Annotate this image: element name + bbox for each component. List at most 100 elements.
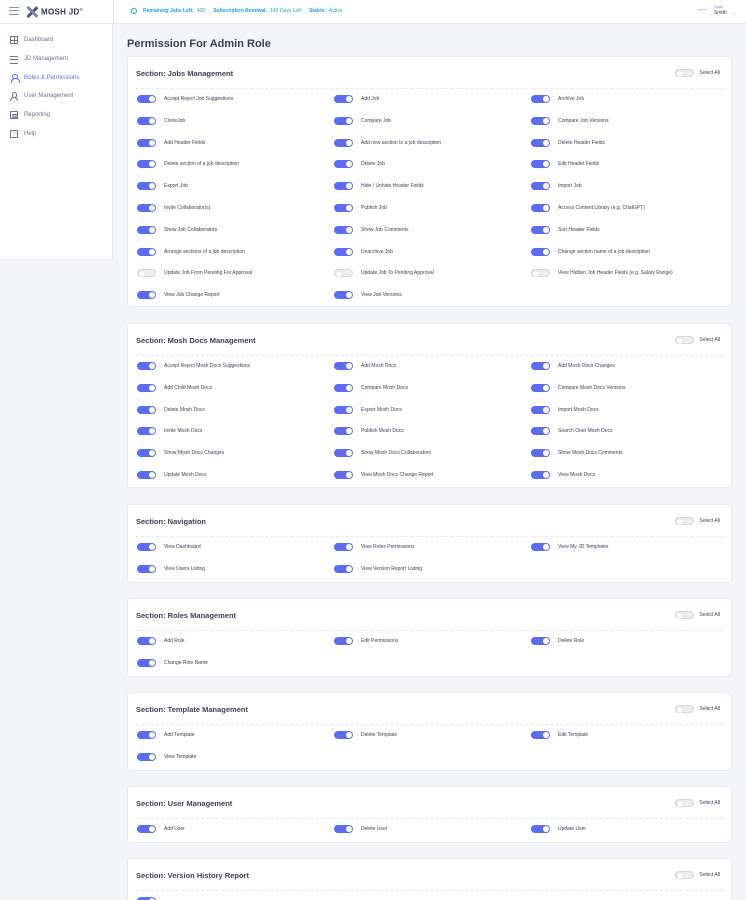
toggle-switch[interactable] bbox=[334, 543, 353, 551]
toggle-switch[interactable] bbox=[531, 269, 550, 278]
permission-item[interactable]: Change Role Name bbox=[137, 658, 208, 667]
permission-item[interactable]: Add Header Fields bbox=[137, 138, 205, 147]
toggle-switch[interactable] bbox=[531, 731, 550, 739]
chevron-down-icon[interactable]: ⌄ bbox=[733, 10, 736, 15]
sidebar-item-user-management[interactable]: User Management bbox=[0, 87, 112, 106]
toggle-switch[interactable] bbox=[334, 116, 353, 125]
permission-item[interactable]: Add Job bbox=[334, 95, 379, 103]
toggle-switch[interactable] bbox=[137, 405, 156, 414]
permission-item[interactable]: View Template bbox=[137, 752, 196, 761]
sidebar-item-roles-permissions[interactable]: Roles & Permissions bbox=[0, 68, 112, 87]
select-all-toggle[interactable]: Select All bbox=[675, 705, 720, 713]
toggle-switch[interactable] bbox=[137, 291, 156, 300]
toggle-switch[interactable] bbox=[137, 182, 156, 191]
toggle-switch[interactable] bbox=[334, 731, 353, 739]
toggle-switch[interactable] bbox=[137, 138, 156, 147]
select-all-toggle[interactable]: Select All bbox=[675, 871, 720, 879]
toggle-switch[interactable] bbox=[531, 543, 550, 551]
permission-item[interactable]: CloneJob bbox=[137, 116, 185, 125]
sidebar-item-help[interactable]: Help bbox=[0, 124, 112, 143]
select-all-toggle[interactable]: Select All bbox=[675, 336, 720, 344]
toggle-switch[interactable] bbox=[334, 138, 353, 147]
toggle-switch[interactable] bbox=[137, 269, 156, 278]
permission-item[interactable]: View Users Listing bbox=[137, 564, 205, 573]
toggle-switch[interactable] bbox=[137, 116, 156, 125]
toggle-switch[interactable] bbox=[531, 204, 550, 212]
toggle-switch[interactable] bbox=[531, 138, 550, 147]
sidebar-item-reporting[interactable]: Reporting bbox=[0, 106, 112, 125]
permission-item[interactable]: Export Mosh Docs bbox=[334, 405, 402, 414]
permission-item[interactable]: Invite Mosh Docs bbox=[137, 427, 202, 436]
permission-item[interactable]: Delete Job bbox=[334, 160, 385, 169]
permission-item[interactable]: Sort Header Fields bbox=[531, 225, 600, 234]
permission-item[interactable]: Publish Job bbox=[334, 204, 387, 212]
permission-item[interactable]: Show Job Collaborators bbox=[137, 225, 217, 234]
permission-item[interactable]: Add Mosh Docs Changes bbox=[531, 362, 615, 370]
permission-item[interactable]: View Hidden Job Header Fields (e.g. Sala… bbox=[531, 269, 673, 278]
permission-item[interactable]: Search Onet Mosh Docs bbox=[531, 427, 612, 436]
toggle-switch[interactable] bbox=[531, 247, 550, 256]
toggle-switch[interactable] bbox=[334, 225, 353, 234]
toggle-switch[interactable] bbox=[531, 825, 550, 833]
permission-item[interactable]: View Job Change Report bbox=[137, 291, 220, 300]
toggle-switch[interactable] bbox=[334, 825, 353, 833]
toggle-switch[interactable] bbox=[531, 362, 550, 370]
permission-item[interactable]: Delete Header Fields bbox=[531, 138, 605, 147]
permission-item[interactable]: Import Mosh Docs bbox=[531, 405, 599, 414]
permission-item[interactable]: Archive Job bbox=[531, 95, 584, 103]
permission-item[interactable]: Delete Mosh Docs bbox=[137, 405, 205, 414]
permission-item[interactable]: Import Job bbox=[531, 182, 582, 191]
permission-item[interactable]: Add new section to a job description bbox=[334, 138, 441, 147]
select-all-toggle[interactable]: Select All bbox=[675, 69, 720, 77]
toggle-switch[interactable] bbox=[675, 799, 695, 807]
logo[interactable]: MOSH JD® bbox=[26, 5, 83, 19]
toggle-switch[interactable] bbox=[531, 427, 550, 436]
toggle-switch[interactable] bbox=[334, 291, 353, 300]
permission-item[interactable]: Export Job bbox=[137, 182, 188, 191]
toggle-switch[interactable] bbox=[675, 517, 695, 525]
toggle-switch[interactable] bbox=[531, 471, 550, 479]
permission-item[interactable]: View My JD Templates bbox=[531, 543, 608, 551]
toggle-switch[interactable] bbox=[334, 471, 353, 479]
toggle-switch[interactable] bbox=[334, 204, 353, 212]
permission-item[interactable]: View Mosh Docs bbox=[531, 471, 595, 479]
menu-icon[interactable] bbox=[9, 7, 19, 15]
permission-item[interactable]: Change section name of a job description bbox=[531, 247, 650, 256]
toggle-switch[interactable] bbox=[675, 705, 695, 713]
user-menu[interactable]: hyperlogo Grant Smith ⌄ bbox=[698, 4, 736, 16]
toggle-switch[interactable] bbox=[531, 637, 550, 645]
toggle-switch[interactable] bbox=[531, 383, 550, 392]
permission-item[interactable]: View Dashboard bbox=[137, 543, 201, 551]
permission-item[interactable]: Accept Reject Job Suggestions bbox=[137, 95, 233, 103]
toggle-switch[interactable] bbox=[334, 95, 353, 103]
permission-item[interactable]: Update Job From Pending For Approval bbox=[137, 269, 252, 278]
permission-item[interactable]: Delete Template bbox=[334, 731, 397, 739]
toggle-switch[interactable] bbox=[137, 362, 156, 370]
toggle-switch[interactable] bbox=[137, 564, 156, 573]
permission-item[interactable]: Add Child Mosh Docs bbox=[137, 383, 212, 392]
toggle-switch[interactable] bbox=[137, 95, 156, 103]
permission-item[interactable]: Add Template bbox=[137, 731, 194, 739]
permission-item[interactable]: Delete Role bbox=[531, 637, 584, 645]
toggle-switch[interactable] bbox=[137, 752, 156, 761]
permission-item[interactable]: Accept Reject Mosh Docs Suggestions bbox=[137, 362, 250, 370]
permission-item[interactable]: Edit Permissions bbox=[334, 637, 398, 645]
permission-item[interactable]: View Roles Permissions bbox=[334, 543, 415, 551]
select-all-toggle[interactable]: Select All bbox=[675, 799, 720, 807]
permission-item[interactable]: Arrange sections of a job description bbox=[137, 247, 245, 256]
toggle-switch[interactable] bbox=[531, 225, 550, 234]
toggle-switch[interactable] bbox=[675, 69, 695, 77]
permission-item[interactable]: Update User bbox=[531, 825, 586, 833]
toggle-switch[interactable] bbox=[334, 362, 353, 370]
toggle-switch[interactable] bbox=[137, 471, 156, 479]
toggle-switch[interactable] bbox=[334, 427, 353, 436]
permission-item[interactable]: View Version Report Listing bbox=[334, 564, 422, 573]
permission-item[interactable]: Edit Template bbox=[531, 731, 588, 739]
permission-item[interactable]: Access Content Library (e.g. ChatGPT) bbox=[531, 204, 645, 212]
permission-item[interactable]: Compare Job Versions bbox=[531, 116, 609, 125]
toggle-switch[interactable] bbox=[334, 182, 353, 191]
toggle-switch[interactable] bbox=[137, 731, 156, 739]
permission-item[interactable]: Publish Mosh Docs bbox=[334, 427, 404, 436]
toggle-switch[interactable] bbox=[137, 637, 156, 645]
toggle-switch[interactable] bbox=[334, 637, 353, 645]
